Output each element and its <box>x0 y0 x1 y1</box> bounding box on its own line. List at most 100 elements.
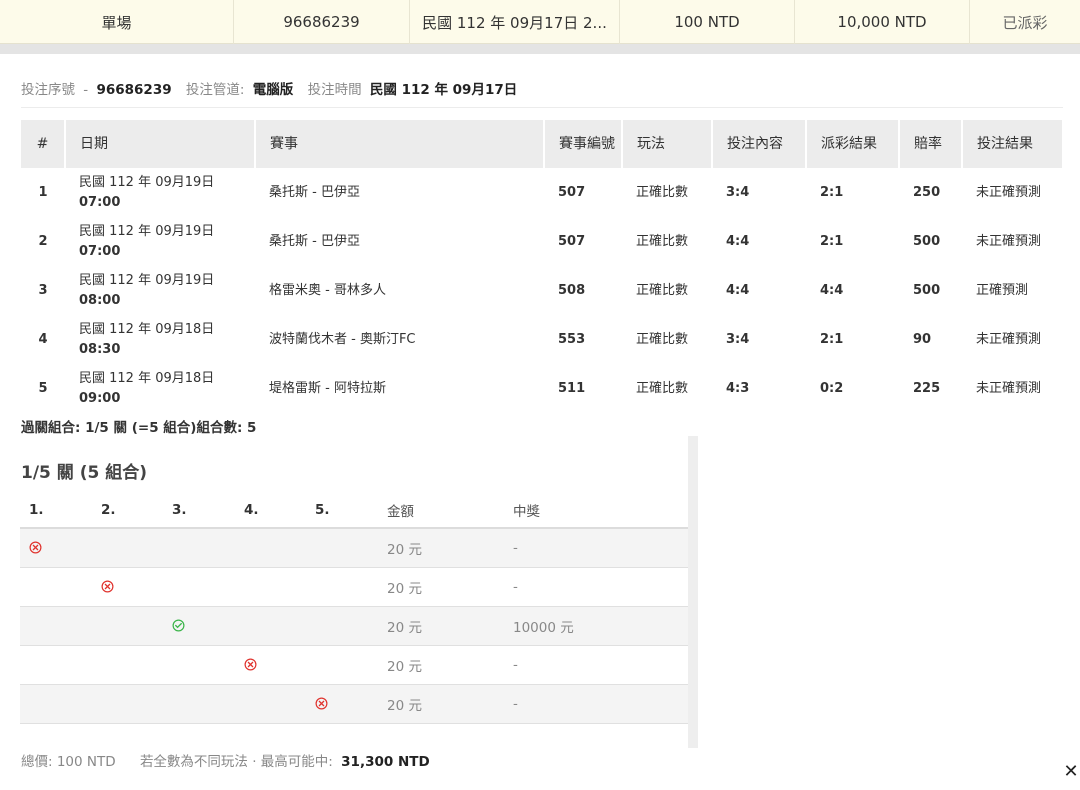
col-header-pick: 投注內容 <box>712 120 807 168</box>
combo-cell <box>235 606 306 646</box>
row-index: 2 <box>38 233 48 249</box>
row-pick: 3:4 <box>726 331 750 347</box>
combo-cell <box>92 606 163 646</box>
summary-payout: 10,000 NTD <box>795 0 970 44</box>
summary-stake: 100 NTD <box>620 0 795 44</box>
row-date: 民國 112 年 09月19日 07:00 <box>65 168 255 217</box>
row-date-day: 民國 112 年 09月19日 <box>79 223 215 239</box>
col-header-odds: 賠率 <box>899 120 963 168</box>
combo-cell <box>163 684 235 724</box>
row-result: 4:4 <box>820 282 844 298</box>
cross-circle-icon <box>29 541 42 554</box>
row-date: 民國 112 年 09月18日 08:30 <box>65 315 255 364</box>
row-index: 1 <box>38 184 48 200</box>
row-result: 2:1 <box>820 331 844 347</box>
row-result: 2:1 <box>820 233 844 249</box>
col-header-match: 賽事 <box>255 120 545 168</box>
combo-scrollbar[interactable] <box>688 436 698 748</box>
table-row: 2 民國 112 年 09月19日 07:00 桑托斯 - 巴伊亞 507 正確比數 4:4… <box>21 217 1063 266</box>
combo-cell <box>92 528 163 568</box>
combo-prize: - <box>504 567 688 607</box>
footer-summary: 總價: 100 NTD 若全數為不同玩法 · 最高可能中: 31,300 NTD <box>21 750 430 770</box>
row-outcome: 未正確預測 <box>976 331 1042 347</box>
combo-amount: 20 元 <box>378 567 504 607</box>
cross-circle-icon <box>244 658 257 671</box>
row-date: 民國 112 年 09月19日 08:00 <box>65 266 255 315</box>
summary-serial: 96686239 <box>234 0 410 44</box>
serial-label: 投注序號 <box>21 82 75 98</box>
row-pick: 4:4 <box>726 233 750 249</box>
row-date-time: 08:00 <box>79 292 121 308</box>
combo-panel: 1/5 關 (5 組合) 1. 2. 3. 4. 5. 金額 中獎 20 元-2… <box>20 436 698 748</box>
summary-time: 民國 112 年 09月17日 2... <box>410 0 620 44</box>
combo-row: 20 元- <box>20 528 688 568</box>
combo-col-amount: 金額 <box>378 492 504 529</box>
row-odds: 225 <box>913 380 941 396</box>
row-date-day: 民國 112 年 09月19日 <box>79 272 215 288</box>
combo-col-4: 4. <box>235 492 306 529</box>
row-match: 格雷米奧 - 哥林多人 <box>269 282 386 298</box>
combo-row: 20 元- <box>20 645 688 685</box>
combo-table-header: 1. 2. 3. 4. 5. 金額 中獎 <box>20 492 688 529</box>
row-date-time: 09:00 <box>79 390 121 406</box>
combo-cell <box>163 645 235 685</box>
row-play: 正確比數 <box>636 331 689 347</box>
combo-prize: - <box>504 684 688 724</box>
combo-prize: 10000 元 <box>504 606 688 646</box>
row-index: 4 <box>38 331 48 347</box>
summary-status: 已派彩 <box>1002 13 1048 32</box>
combo-cell <box>20 606 92 646</box>
row-date-time: 08:30 <box>79 341 121 357</box>
row-pick: 4:4 <box>726 282 750 298</box>
channel-value: 電腦版 <box>252 82 294 98</box>
row-match-id: 507 <box>558 233 586 249</box>
combo-cell <box>163 606 235 646</box>
row-date-day: 民國 112 年 09月18日 <box>79 321 215 337</box>
channel-label: 投注管道: <box>185 82 245 98</box>
row-outcome: 正確預測 <box>976 282 1029 298</box>
combo-prize: - <box>504 645 688 685</box>
close-button[interactable]: ✕ <box>1058 758 1080 784</box>
bet-info-line: 投注序號 - 96686239 投注管道: 電腦版 投注時間 民國 112 年 … <box>21 78 527 98</box>
row-date-day: 民國 112 年 09月19日 <box>79 174 215 190</box>
row-date-time: 07:00 <box>79 194 121 210</box>
combo-col-5: 5. <box>306 492 378 529</box>
col-header-result: 派彩結果 <box>806 120 900 168</box>
row-match: 堤格雷斯 - 阿特拉斯 <box>269 380 386 396</box>
combo-col-prize: 中獎 <box>504 492 688 529</box>
time-value: 民國 112 年 09月17日 <box>369 82 518 98</box>
combo-col-3: 3. <box>163 492 235 529</box>
row-match-id: 511 <box>558 380 586 396</box>
combo-col-2: 2. <box>92 492 163 529</box>
combo-cell <box>235 684 306 724</box>
combo-cell <box>235 645 306 685</box>
row-match-id: 553 <box>558 331 586 347</box>
combo-amount: 20 元 <box>378 684 504 724</box>
row-odds: 500 <box>913 233 941 249</box>
combo-cell <box>20 684 92 724</box>
row-outcome: 未正確預測 <box>976 233 1042 249</box>
combo-row: 20 元- <box>20 684 688 724</box>
row-result: 0:2 <box>820 380 844 396</box>
row-date: 民國 112 年 09月19日 07:00 <box>65 217 255 266</box>
table-row: 5 民國 112 年 09月18日 09:00 堤格雷斯 - 阿特拉斯 511 正確比數 4… <box>21 364 1063 413</box>
combo-cell <box>306 645 378 685</box>
row-play: 正確比數 <box>636 184 689 200</box>
row-match-id: 507 <box>558 184 586 200</box>
combo-cell <box>235 528 306 568</box>
row-pick: 4:3 <box>726 380 750 396</box>
combo-cell <box>92 684 163 724</box>
combo-cell <box>306 567 378 607</box>
row-play: 正確比數 <box>636 282 689 298</box>
bet-summary-row[interactable]: 單場 96686239 民國 112 年 09月17日 2... 100 NTD… <box>0 0 1080 44</box>
row-date: 民國 112 年 09月18日 09:00 <box>65 364 255 413</box>
row-date-day: 民國 112 年 09月18日 <box>79 370 215 386</box>
combo-cell <box>92 567 163 607</box>
row-match: 波特蘭伐木者 - 奧斯汀FC <box>269 331 416 347</box>
combo-cell <box>92 645 163 685</box>
combo-table: 1. 2. 3. 4. 5. 金額 中獎 20 元 -20 元 -20 元 10000… <box>20 492 688 724</box>
cross-circle-icon <box>315 697 328 710</box>
row-index: 5 <box>38 380 48 396</box>
combo-cell <box>163 528 235 568</box>
info-divider <box>21 107 1063 108</box>
